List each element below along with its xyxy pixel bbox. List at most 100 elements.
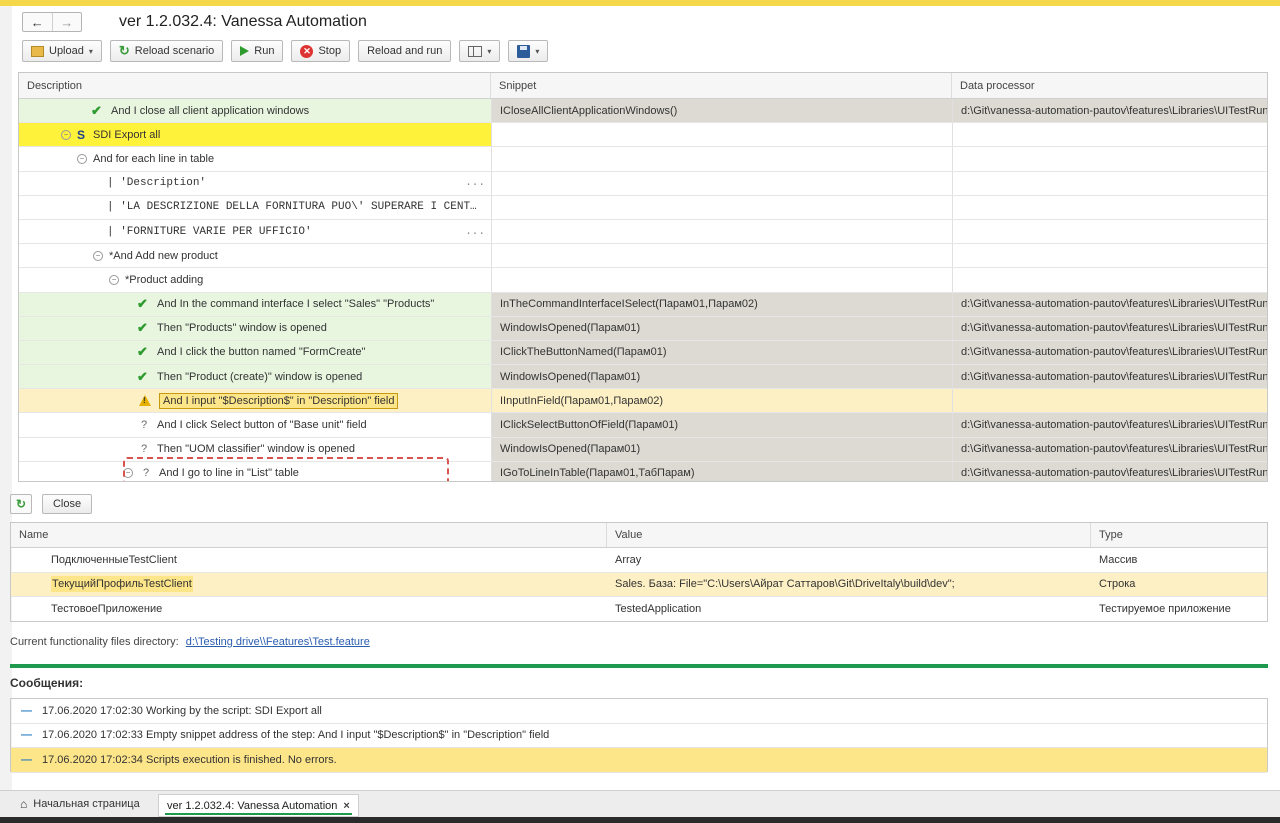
save-disk-icon bbox=[517, 44, 531, 58]
collapse-icon[interactable]: − bbox=[93, 250, 103, 261]
steps-grid-header: Description Snippet Data processor bbox=[19, 73, 1267, 99]
step-row[interactable]: − *And Add new product bbox=[19, 244, 1267, 269]
step-snippet: IClickSelectButtonOfField(Парам01) bbox=[491, 413, 952, 437]
step-row[interactable]: ✔ Then "Products" window is opened Window… bbox=[19, 316, 1267, 341]
check-icon: ✔ bbox=[137, 344, 148, 360]
message-text: 17.06.2020 17:02:30 Working by the scrip… bbox=[42, 704, 322, 717]
variable-name: ПодключенныеTestClient bbox=[51, 553, 177, 566]
reload-scenario-label: Reload scenario bbox=[134, 45, 215, 57]
forward-arrow-icon[interactable]: → bbox=[51, 13, 82, 31]
warning-icon bbox=[139, 395, 151, 407]
variable-row[interactable]: ТестовоеПриложение TestedApplication Тес… bbox=[11, 597, 1267, 621]
variable-value: TestedApplication bbox=[615, 602, 702, 615]
ellipsis: ... bbox=[465, 177, 485, 190]
back-arrow-icon[interactable]: ← bbox=[23, 13, 52, 31]
upload-button[interactable]: Upload ▾ bbox=[22, 40, 102, 62]
message-item[interactable]: — 17.06.2020 17:02:30 Working by the scri… bbox=[11, 699, 1267, 724]
step-row[interactable]: ✔ And I click the button named "FormCreat… bbox=[19, 340, 1267, 366]
ellipsis: ... bbox=[465, 225, 485, 238]
message-item[interactable]: — 17.06.2020 17:02:33 Empty snippet addre… bbox=[11, 724, 1267, 748]
table-line-row[interactable]: | 'Description'... bbox=[19, 171, 1267, 196]
check-icon: ✔ bbox=[137, 368, 148, 384]
close-icon[interactable]: × bbox=[343, 800, 349, 812]
table-columns-icon bbox=[468, 45, 483, 57]
step-text: And I click the button named "FormCreate… bbox=[157, 346, 366, 359]
step-text: *And Add new product bbox=[109, 249, 218, 262]
step-text: And for each line in table bbox=[93, 152, 215, 165]
step-text: And I input "$Description$" in "Descript… bbox=[159, 392, 399, 409]
question-icon: ? bbox=[140, 443, 148, 456]
variable-row-selected[interactable]: ТекущийПрофильTestClient Sales. База: Fi… bbox=[11, 572, 1267, 597]
step-text: And In the command interface I select "S… bbox=[157, 298, 435, 311]
step-snippet: WindowIsOpened(Парам01) bbox=[491, 316, 952, 340]
step-processor: d:\Git\vanessa-automation-pautov\feature… bbox=[952, 316, 1267, 340]
home-tab[interactable]: ⌂ Начальная страница bbox=[20, 797, 140, 811]
refresh-button[interactable]: ↻ bbox=[10, 494, 32, 514]
table-line-row[interactable]: | 'FORNITURE VARIE PER UFFICIO'... bbox=[19, 219, 1267, 245]
variable-type: Массив bbox=[1099, 553, 1138, 566]
scenario-row[interactable]: − S SDI Export all bbox=[19, 123, 1267, 148]
chevron-down-icon: ▾ bbox=[487, 46, 492, 56]
column-header-type[interactable]: Type bbox=[1091, 523, 1267, 547]
run-button[interactable]: Run bbox=[231, 40, 284, 62]
step-text: | 'LA DESCRIZIONE DELLA FORNITURA PUO\' … bbox=[107, 201, 477, 214]
column-header-snippet[interactable]: Snippet bbox=[491, 73, 952, 98]
upload-label: Upload bbox=[49, 45, 84, 57]
stop-label: Stop bbox=[318, 45, 342, 57]
step-processor: d:\Git\vanessa-automation-pautov\feature… bbox=[952, 99, 1267, 123]
check-icon: ✔ bbox=[137, 296, 148, 312]
step-row[interactable]: ✔ And I close all client application wind… bbox=[19, 99, 1267, 124]
step-row[interactable]: − And for each line in table bbox=[19, 147, 1267, 172]
dir-link[interactable]: d:\Testing drive\\Features\Test.feature bbox=[186, 636, 370, 648]
step-text: SDI Export all bbox=[93, 128, 161, 141]
stop-button[interactable]: ✕ Stop bbox=[291, 40, 351, 62]
step-row[interactable]: ? And I click Select button of "Base unit… bbox=[19, 413, 1267, 438]
step-text: And I click Select button of "Base unit"… bbox=[157, 419, 367, 432]
active-window-tab[interactable]: ver 1.2.032.4: Vanessa Automation × bbox=[158, 794, 359, 817]
reload-and-run-label: Reload and run bbox=[367, 45, 443, 57]
message-text: 17.06.2020 17:02:34 Scripts execution is… bbox=[42, 753, 337, 766]
run-label: Run bbox=[254, 45, 275, 57]
column-header-value[interactable]: Value bbox=[607, 523, 1091, 547]
message-text: 17.06.2020 17:02:33 Empty snippet addres… bbox=[42, 729, 550, 742]
close-button[interactable]: Close bbox=[42, 494, 92, 514]
dash-icon: — bbox=[21, 753, 32, 766]
table-line-row[interactable]: | 'LA DESCRIZIONE DELLA FORNITURA PUO\' … bbox=[19, 195, 1267, 220]
scenario-badge: S bbox=[77, 127, 86, 142]
variable-type: Тестируемое приложение bbox=[1099, 602, 1231, 615]
step-row[interactable]: ✔ And In the command interface I select "… bbox=[19, 292, 1267, 317]
collapse-icon[interactable]: − bbox=[77, 153, 87, 164]
step-row[interactable]: ✔ Then "Product (create)" window is opene… bbox=[19, 365, 1267, 390]
step-snippet: InTheCommandInterfaceISelect(Парам01,Пар… bbox=[491, 292, 952, 316]
step-text: *Product adding bbox=[125, 273, 204, 286]
question-icon: ? bbox=[142, 467, 150, 480]
variable-row[interactable]: ПодключенныеTestClient Array Массив bbox=[11, 548, 1267, 573]
step-row-current[interactable]: And I input "$Description$" in "Descript… bbox=[19, 389, 1267, 414]
variables-grid-header: Name Value Type bbox=[11, 523, 1267, 548]
column-header-description[interactable]: Description bbox=[19, 73, 491, 98]
collapse-icon[interactable]: − bbox=[109, 274, 119, 285]
columns-menu-button[interactable]: ▾ bbox=[459, 40, 501, 62]
save-menu-button[interactable]: ▾ bbox=[508, 40, 549, 62]
step-text: Then "Products" window is opened bbox=[157, 322, 327, 335]
variables-grid[interactable]: Name Value Type ПодключенныеTestClient A… bbox=[10, 522, 1268, 622]
reload-and-run-button[interactable]: Reload and run bbox=[358, 40, 452, 62]
collapse-icon[interactable]: − bbox=[61, 129, 71, 140]
progress-separator bbox=[10, 664, 1268, 668]
home-label: Начальная страница bbox=[33, 798, 140, 810]
collapse-icon[interactable]: − bbox=[123, 468, 133, 479]
step-row[interactable]: ? Then "UOM classifier" window is opened … bbox=[19, 437, 1267, 462]
message-item-selected[interactable]: — 17.06.2020 17:02:34 Scripts execution i… bbox=[11, 748, 1267, 773]
check-icon: ✔ bbox=[137, 320, 148, 336]
column-header-data-processor[interactable]: Data processor bbox=[952, 73, 1267, 98]
step-snippet: WindowIsOpened(Парам01) bbox=[491, 437, 952, 461]
step-row[interactable]: − *Product adding bbox=[19, 268, 1267, 293]
page-title: ver 1.2.032.4: Vanessa Automation bbox=[119, 13, 367, 30]
step-text: Then "Product (create)" window is opened bbox=[157, 370, 363, 383]
reload-scenario-button[interactable]: ↻ Reload scenario bbox=[109, 40, 224, 62]
column-header-name[interactable]: Name bbox=[11, 523, 607, 547]
os-taskbar bbox=[0, 817, 1280, 823]
step-row[interactable]: −? And I go to line in "List" table IGoTo… bbox=[19, 461, 1267, 481]
steps-grid[interactable]: Description Snippet Data processor ✔ And … bbox=[18, 72, 1268, 482]
step-processor: d:\Git\vanessa-automation-pautov\feature… bbox=[952, 413, 1267, 437]
